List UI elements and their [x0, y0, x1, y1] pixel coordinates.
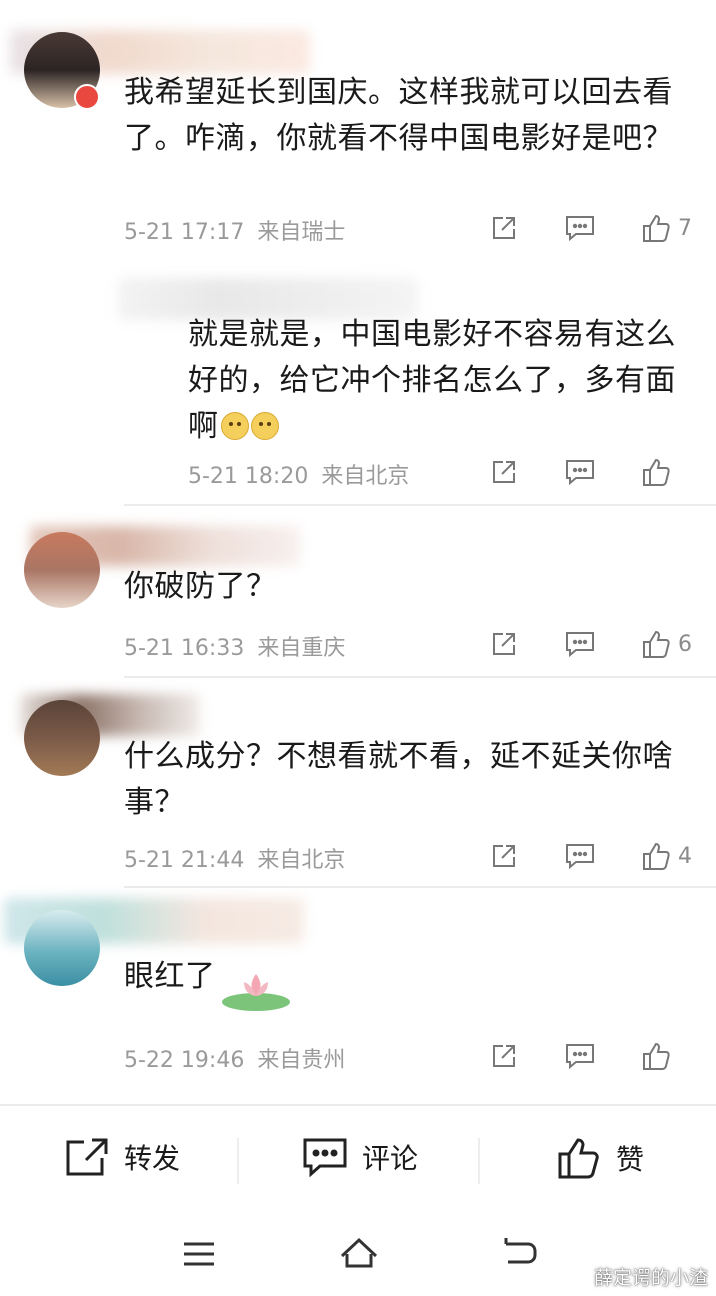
like-count: 4 [678, 843, 692, 869]
comment-text: 你破防了？ [124, 569, 277, 604]
share-icon [66, 1138, 108, 1176]
comment-button[interactable] [562, 1038, 598, 1074]
comment-location: 来自北京 [257, 848, 346, 873]
comment-time: 5-21 17:17 [124, 220, 245, 245]
share-icon [493, 845, 515, 867]
thumbs-up-icon [643, 458, 670, 486]
comment-label: 评论 [362, 1142, 419, 1175]
like-button[interactable]: 6 [640, 626, 692, 662]
like-button[interactable]: 4 [640, 838, 692, 874]
avatar[interactable] [24, 910, 100, 986]
reply-time: 5-21 18:20 [188, 464, 309, 489]
bottom-action-bar: 转发 评论 赞 [0, 1104, 716, 1216]
home-icon[interactable] [338, 1234, 380, 1274]
avatar[interactable] [24, 532, 100, 608]
share-button[interactable] [486, 626, 522, 662]
like-label: 赞 [616, 1143, 645, 1176]
like-bar-button[interactable]: 赞 [556, 1136, 644, 1180]
comment-icon [566, 844, 594, 870]
thumbs-up-icon [643, 842, 670, 870]
share-button[interactable] [486, 838, 522, 874]
like-count: 6 [678, 631, 692, 657]
comment-item: 眼红了 5-22 19:46 来自贵州 [0, 888, 716, 1088]
comment-item: 我希望延长到国庆。这样我就可以回去看了。咋滴，你就看不得中国电影好是吧？ 5-2… [0, 0, 716, 520]
divider [237, 1138, 239, 1184]
share-icon [493, 217, 515, 239]
share-icon [493, 633, 515, 655]
comment-icon [303, 1138, 347, 1178]
comment-location: 来自重庆 [257, 636, 346, 661]
comment-text: 眼红了 [124, 954, 684, 1012]
comment-button[interactable] [562, 210, 598, 246]
thumbs-up-icon [643, 214, 670, 242]
comment-meta: 5-21 21:44 来自北京 [124, 842, 345, 874]
comment-meta: 5-21 17:17 来自瑞士 [124, 214, 345, 246]
reply-text: 就是就是，中国电影好不容易有这么好的，给它冲个排名怎么了，多有面啊 [188, 312, 678, 450]
like-count: 7 [678, 215, 692, 241]
share-button[interactable] [486, 1038, 522, 1074]
share-icon [493, 1045, 515, 1067]
thumbs-up-icon [558, 1138, 599, 1179]
comment-button[interactable] [562, 626, 598, 662]
comment-location: 来自瑞士 [257, 220, 346, 245]
lotus-emoji-icon [220, 966, 292, 1012]
comment-item: 什么成分？不想看就不看，延不延关你啥事？ 5-21 21:44 来自北京 4 [0, 678, 716, 886]
repost-button[interactable]: 转发 [64, 1136, 180, 1178]
thumbs-up-icon [643, 630, 670, 658]
verified-badge [74, 84, 100, 110]
share-button[interactable] [486, 210, 522, 246]
like-button[interactable] [640, 454, 692, 490]
comment-actions: 4 [486, 838, 692, 874]
like-button[interactable] [640, 1038, 692, 1074]
thumbs-up-icon [643, 1042, 670, 1070]
comment-text-content: 眼红了 [124, 959, 216, 994]
comment-actions: 6 [486, 626, 692, 662]
comment-icon [566, 460, 594, 486]
reply-location: 来自北京 [321, 464, 410, 489]
avatar[interactable] [24, 700, 100, 776]
like-button[interactable]: 7 [640, 210, 692, 246]
comment-meta: 5-21 16:33 来自重庆 [124, 630, 345, 662]
comment-time: 5-22 19:46 [124, 1048, 245, 1073]
reply-actions [486, 454, 692, 490]
menu-icon[interactable] [182, 1234, 216, 1274]
doge-emoji-icon [220, 412, 249, 440]
comment-icon [566, 216, 594, 242]
share-button[interactable] [486, 454, 522, 490]
comment-icon [566, 632, 594, 658]
comment-actions [486, 1038, 692, 1074]
comment-text: 什么成分？不想看就不看，延不延关你啥事？ [124, 739, 673, 820]
comment-time: 5-21 21:44 [124, 848, 245, 873]
comment-bar-button[interactable]: 评论 [302, 1136, 418, 1178]
comment-icon [566, 1044, 594, 1070]
comment-location: 来自贵州 [257, 1048, 346, 1073]
share-icon [493, 461, 515, 483]
reply-meta: 5-21 18:20 来自北京 [188, 458, 409, 490]
repost-label: 转发 [124, 1142, 181, 1175]
comment-button[interactable] [562, 838, 598, 874]
comment-actions: 7 [486, 210, 692, 246]
back-icon[interactable] [500, 1234, 540, 1274]
comment-meta: 5-22 19:46 来自贵州 [124, 1042, 345, 1074]
divider [478, 1138, 480, 1184]
comment-text: 我希望延长到国庆。这样我就可以回去看了。咋滴，你就看不得中国电影好是吧？ [124, 75, 673, 156]
watermark: 薛定谔的小渣 [593, 1267, 708, 1289]
doge-emoji-icon [250, 412, 279, 440]
comment-item: 你破防了？ 5-21 16:33 来自重庆 6 [0, 506, 716, 676]
comment-button[interactable] [562, 454, 598, 490]
comment-time: 5-21 16:33 [124, 636, 245, 661]
